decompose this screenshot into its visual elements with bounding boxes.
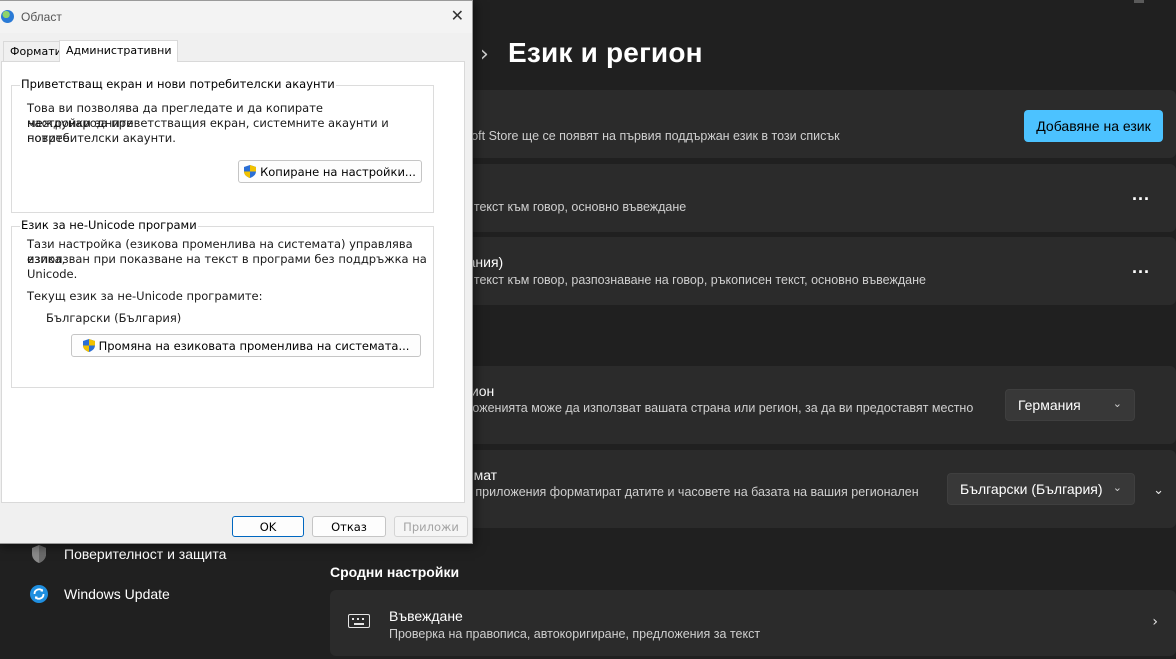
tab-panel: Приветстващ екран и нови потребителски а… bbox=[1, 61, 465, 503]
shield-icon bbox=[28, 543, 50, 565]
welcome-group: Приветстващ екран и нови потребителски а… bbox=[11, 77, 434, 213]
card-subtitle: ои приложения форматират датите и часове… bbox=[458, 485, 919, 499]
dialog-title: Област bbox=[21, 10, 62, 24]
chevron-down-icon: ⌄ bbox=[1112, 397, 1122, 410]
welcome-legend: Приветстващ екран и нови потребителски а… bbox=[20, 77, 336, 91]
window-edge bbox=[1134, 0, 1144, 3]
copy-settings-label: Копиране на настройки... bbox=[260, 164, 416, 179]
breadcrumb-chevron-icon: › bbox=[480, 42, 489, 67]
current-language-value: Български (България) bbox=[46, 311, 182, 325]
uac-shield-icon bbox=[244, 165, 257, 178]
copy-settings-button[interactable]: Копиране на настройки... bbox=[238, 160, 422, 183]
more-options-icon[interactable]: ... bbox=[1132, 184, 1150, 205]
uac-shield-icon bbox=[82, 339, 95, 352]
change-system-locale-button[interactable]: Промяна на езиковата променлива на систе… bbox=[71, 334, 421, 357]
keyboard-icon bbox=[348, 614, 370, 628]
country-select[interactable]: Германия ⌄ bbox=[1005, 389, 1135, 421]
unicode-legend: Език за не-Unicode програми bbox=[20, 218, 198, 232]
related-settings-title: Сродни настройки bbox=[330, 564, 460, 580]
cancel-button[interactable]: Отказ bbox=[312, 516, 386, 537]
current-language-label: Текущ език за не-Unicode програмите: bbox=[27, 289, 263, 303]
format-select-value: Български (България) bbox=[960, 481, 1103, 497]
typing-row[interactable]: Въвеждане Проверка на правописа, автокор… bbox=[330, 590, 1176, 656]
change-system-locale-label: Промяна на езиковата променлива на систе… bbox=[98, 338, 410, 353]
region-dialog: Област ✕ Формати Административни Приветс… bbox=[0, 0, 473, 544]
welcome-line-3: потребителски акаунти. bbox=[27, 131, 176, 145]
windows-update-icon bbox=[28, 583, 50, 605]
card-subtitle: от текст към говор, основно въвеждане bbox=[458, 200, 687, 214]
format-select[interactable]: Български (България) ⌄ bbox=[947, 473, 1135, 505]
typing-title: Въвеждане bbox=[389, 608, 463, 624]
typing-subtitle: Проверка на правописа, автокоригиране, п… bbox=[389, 627, 761, 641]
nav-item-label: Поверителност и защита bbox=[64, 546, 227, 562]
close-icon[interactable]: ✕ bbox=[451, 6, 464, 25]
chevron-down-icon: ⌄ bbox=[1112, 481, 1122, 494]
apply-button[interactable]: Приложи bbox=[394, 516, 468, 537]
card-subtitle: osoft Store ще се появят на първия поддъ… bbox=[458, 129, 840, 143]
nav-item-privacy[interactable]: Поверителност и защита bbox=[28, 543, 226, 565]
add-language-button[interactable]: Добавяне на език bbox=[1024, 110, 1163, 142]
nav-item-windows-update[interactable]: Windows Update bbox=[28, 583, 170, 605]
tab-administrative[interactable]: Административни bbox=[59, 40, 179, 62]
country-select-value: Германия bbox=[1018, 397, 1081, 413]
ok-button[interactable]: OK bbox=[232, 516, 304, 537]
unicode-line-2: използван при показване на текст в прогр… bbox=[27, 252, 427, 266]
expand-chevron-icon[interactable]: ⌄ bbox=[1153, 483, 1164, 498]
unicode-group: Език за не-Unicode програми Тази настрой… bbox=[11, 218, 434, 388]
page-title: Език и регион bbox=[508, 37, 703, 68]
globe-icon bbox=[1, 10, 14, 23]
card-subtitle: от текст към говор, разпознаване на гово… bbox=[458, 273, 926, 287]
nav-item-label: Windows Update bbox=[64, 586, 170, 602]
card-subtitle: иложенията може да използват вашата стра… bbox=[458, 401, 974, 415]
unicode-line-3: Unicode. bbox=[27, 267, 78, 281]
chevron-right-icon: › bbox=[1152, 614, 1158, 630]
dialog-titlebar[interactable]: Област ✕ bbox=[0, 1, 472, 33]
more-options-icon[interactable]: ... bbox=[1132, 257, 1150, 278]
